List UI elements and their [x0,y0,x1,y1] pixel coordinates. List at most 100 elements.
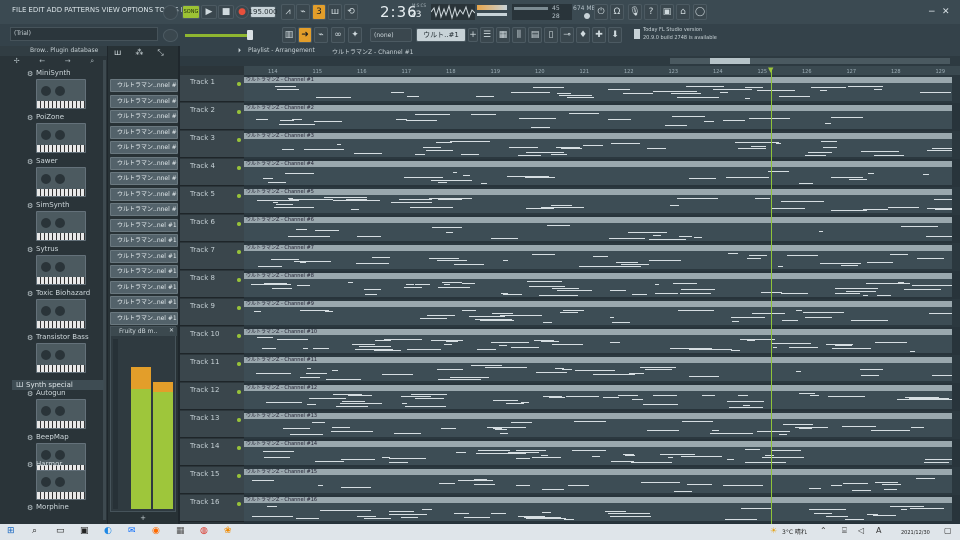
track-mute-led[interactable] [237,334,241,338]
plugin-label[interactable]: Sytrus [36,245,58,253]
project-button[interactable]: ♦ [576,27,590,43]
tool-3-button[interactable]: ⌁ [314,27,328,43]
pattern-selector[interactable]: ウルト..#1 [416,28,466,42]
tray-chevron-icon[interactable]: ⌃ [820,526,827,535]
pattern-mode-button[interactable]: ➜ [298,27,312,43]
search-icon[interactable]: ⌕ [32,526,37,536]
plugin-thumbnail[interactable] [36,123,86,153]
master-volume-bar[interactable] [477,5,507,10]
pattern-clip-body[interactable] [244,475,952,493]
track-header[interactable]: Track 1 [180,75,244,102]
step-edit-button[interactable]: ш [328,4,342,20]
plugin-label[interactable]: MiniSynth [36,69,71,77]
pattern-none-selector[interactable]: (none) [370,28,412,42]
track-header[interactable]: Track 16 [180,495,244,522]
minimize-button[interactable]: − [928,7,936,17]
task-view-icon[interactable]: ▭ [56,526,65,536]
weather-text[interactable]: 3°C 晴れ [782,527,807,536]
track-mute-led[interactable] [237,362,241,366]
loop-record-button[interactable]: ⟲ [344,4,358,20]
track-mute-led[interactable] [237,166,241,170]
plugin-thumbnail[interactable] [36,470,86,500]
track-mute-led[interactable] [237,138,241,142]
fl-studio-icon[interactable]: ❀ [224,526,232,536]
track-mute-led[interactable] [237,110,241,114]
plugin-thumbnail[interactable] [36,299,86,329]
track-mute-led[interactable] [237,278,241,282]
track-header[interactable]: Track 13 [180,411,244,438]
pattern-clip-body[interactable] [244,139,952,157]
pattern-clip-body[interactable] [244,83,952,101]
tempo-display[interactable]: 195.000 [249,6,277,18]
browser-scrollbar[interactable] [103,60,106,520]
song-mode-button[interactable]: SONG [182,5,200,19]
channel-button[interactable]: ウルトラマン..nnel #8 [110,187,178,201]
piano-roll-view-button[interactable]: ▦ [496,27,510,43]
channel-rack-view-button[interactable]: ▤ [528,27,542,43]
master-slider[interactable] [185,34,249,37]
download-button[interactable]: ⬇ [608,27,622,43]
playhead-marker-icon[interactable]: ▼ [768,66,773,74]
notification-icon[interactable]: ▢ [944,526,952,535]
forward-icon[interactable]: → [65,57,71,66]
plugin-thumbnail[interactable] [36,399,86,429]
plugin-label[interactable]: Morphine [36,503,69,511]
track-header[interactable]: Track 11 [180,355,244,382]
track-mute-led[interactable] [237,222,241,226]
wait-input-button[interactable]: ⌁ [296,4,310,20]
channel-button[interactable]: ウルトラマン..nel #16 [110,311,178,325]
channel-button[interactable]: ウルトラマン..nnel #5 [110,141,178,154]
graph-icon[interactable]: ⁂ [135,48,143,58]
track-header[interactable]: Track 8 [180,271,244,298]
track-mute-led[interactable] [237,390,241,394]
channel-button[interactable]: ウルトラマン..nnel #6 [110,156,178,170]
chat-button[interactable]: ◯ [693,4,707,20]
menu-file[interactable]: FILE [12,6,26,14]
hint-knob[interactable] [163,5,178,20]
undo-button[interactable]: ⏻ [594,4,608,20]
swing-icon[interactable]: ⤡ [157,48,163,58]
tool-5-button[interactable]: ✦ [348,27,362,43]
plugin-thumbnail[interactable] [36,79,86,109]
stop-button[interactable]: ■ [218,5,234,19]
plugin-label[interactable]: PoiZone [36,113,64,121]
pattern-clip-body[interactable] [244,223,952,241]
plugin-thumbnail[interactable] [36,443,86,473]
firefox-icon[interactable]: ◉ [152,526,160,536]
plugin-thumbnail[interactable] [36,167,86,197]
channel-button[interactable]: ウルトラマン..nel #13 [110,265,178,278]
plugin-label[interactable]: Transistor Bass [36,333,89,341]
piano-roll-tool-button[interactable]: ▥ [282,27,296,43]
track-mute-led[interactable] [237,474,241,478]
menu-patterns[interactable]: PATTERNS [64,6,99,14]
ime-icon[interactable]: A [876,526,881,535]
shop-button[interactable]: ⌂ [676,4,690,20]
master-slider-handle[interactable] [247,30,253,40]
widgets-icon[interactable]: ▣ [80,526,89,536]
plugin-label[interactable]: BeepMap [36,433,69,441]
master-pitch-bar[interactable] [477,13,507,16]
track-header[interactable]: Track 2 [180,103,244,130]
track-header[interactable]: Track 9 [180,299,244,326]
playlist-view-button[interactable]: ☰ [480,27,494,43]
channel-button[interactable]: ウルトラマン..nel #10 [110,218,178,232]
playhead[interactable] [771,70,772,524]
metronome-button[interactable]: ⩘ [281,4,295,20]
channel-button[interactable]: ウルトラマン..nnel #9 [110,203,178,216]
play-button[interactable]: ▶ [201,5,217,19]
pattern-clip-body[interactable] [244,167,952,185]
track-header[interactable]: Track 10 [180,327,244,354]
add-channel-button[interactable]: + [110,514,176,522]
track-mute-led[interactable] [237,306,241,310]
network-icon[interactable]: ⌸ [842,526,847,536]
channel-button[interactable]: ウルトラマン..nnel #1 [110,79,178,92]
channel-button[interactable]: ウルトラマン..nel #15 [110,296,178,309]
chrome-icon[interactable]: ◍ [200,526,208,536]
menu-options[interactable]: OPTIONS [122,6,153,14]
track-header[interactable]: Track 12 [180,383,244,410]
save-button[interactable]: ▣ [660,4,674,20]
tool-4-button[interactable]: ∞ [331,27,345,43]
pattern-clip-body[interactable] [244,307,952,325]
channel-button[interactable]: ウルトラマン..nel #14 [110,280,178,294]
channel-button[interactable]: ウルトラマン..nnel #7 [110,172,178,185]
